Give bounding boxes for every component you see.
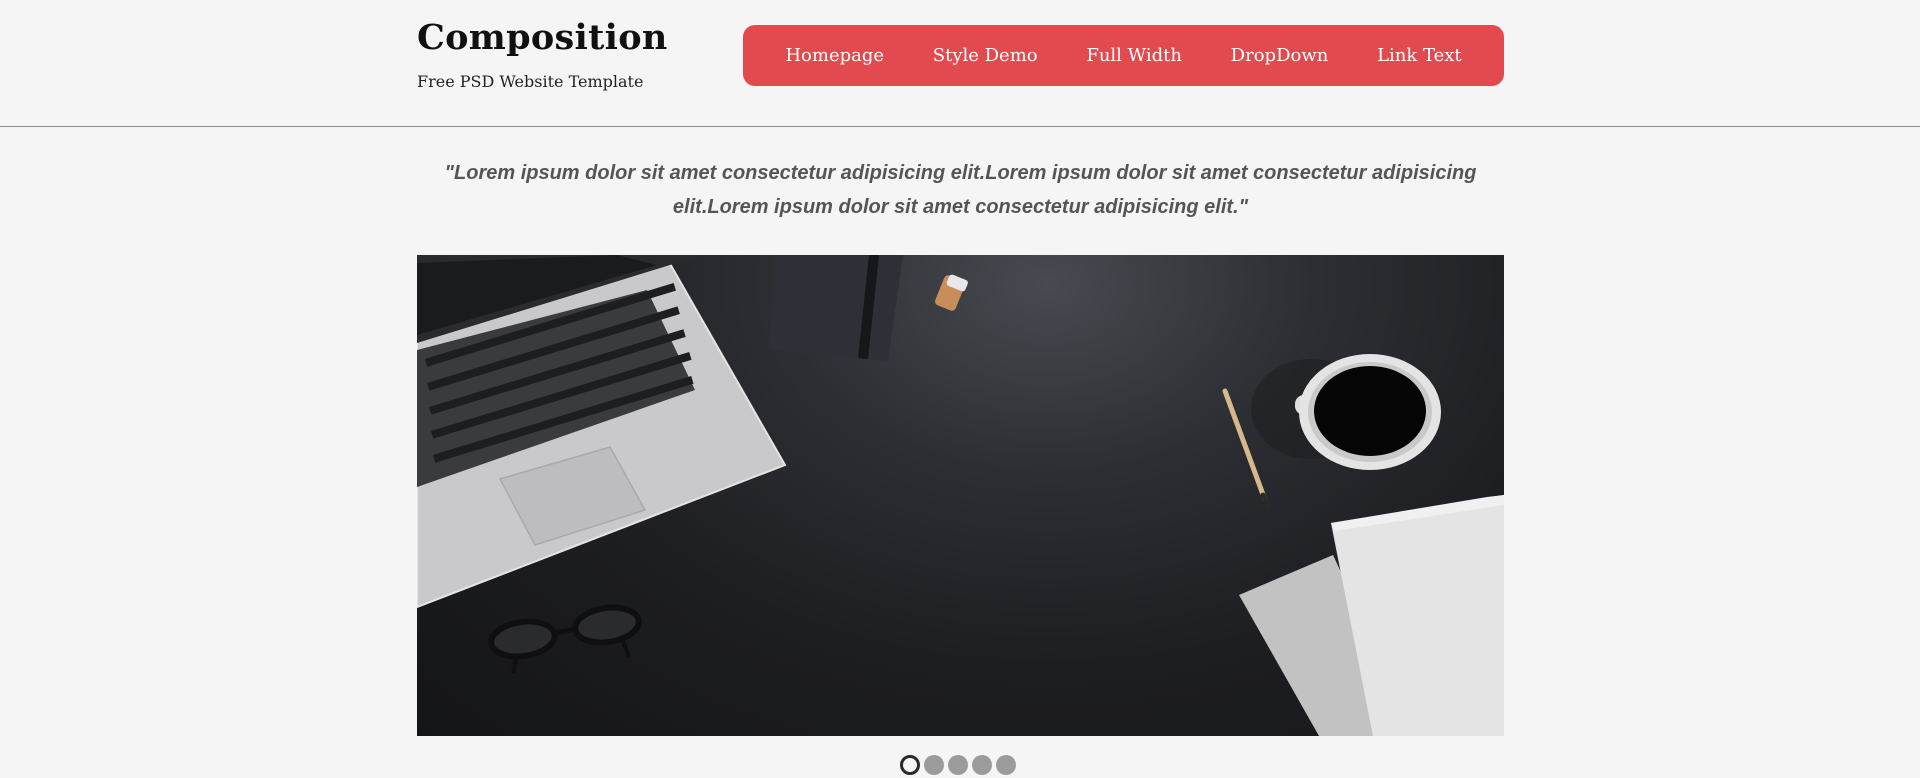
slider-pagination [900,755,1016,775]
site-tagline: Free PSD Website Template [417,72,644,91]
glasses-illustration [488,604,642,674]
main-nav: Homepage Style Demo Full Width DropDown … [743,25,1504,86]
nav-item-dropdown[interactable]: DropDown [1231,45,1329,66]
intro-quote: "Lorem ipsum dolor sit amet consectetur … [444,162,1477,218]
nav-item-full-width[interactable]: Full Width [1086,45,1182,66]
page: Composition Free PSD Website Template Ho… [0,0,1920,778]
eraser-illustration [935,274,968,311]
slider-dot-3[interactable] [948,755,968,775]
laptop-illustration [417,255,787,609]
site-header: Composition Free PSD Website Template Ho… [0,0,1920,127]
slider-dot-1[interactable] [900,755,920,775]
nav-item-style-demo[interactable]: Style Demo [933,45,1038,66]
slider-dot-5[interactable] [996,755,1016,775]
papers-illustration [1239,495,1504,736]
brand: Composition Free PSD Website Template [417,16,668,91]
notebook-illustration [768,255,903,361]
site-title[interactable]: Composition [417,16,668,60]
coffee-cup-illustration [1251,354,1441,470]
slider-dot-2[interactable] [924,755,944,775]
nav-item-homepage[interactable]: Homepage [785,45,884,66]
hero-slider-image [417,255,1504,736]
desk-scene-illustration [417,255,1504,736]
nav-item-link-text[interactable]: Link Text [1377,45,1462,66]
slider-dot-4[interactable] [972,755,992,775]
